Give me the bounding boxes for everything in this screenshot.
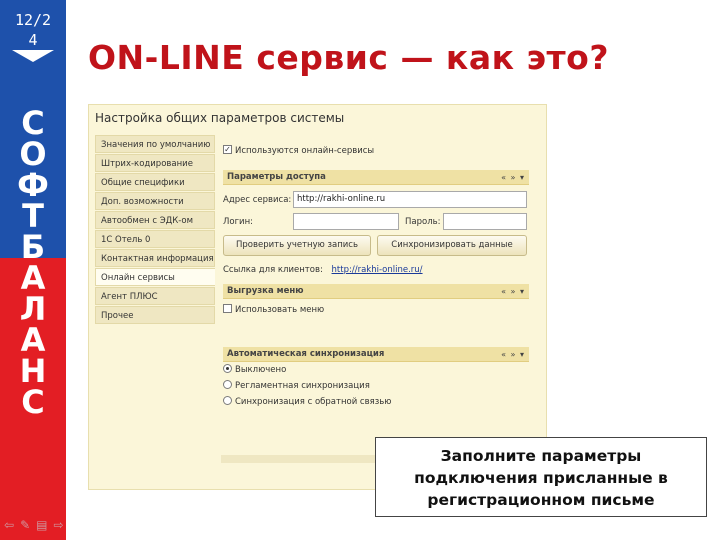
- service-address-label: Адрес сервиса:: [223, 195, 292, 205]
- radio-off[interactable]: [223, 364, 232, 373]
- instruction-callout: Заполните параметры подключения присланн…: [375, 437, 707, 517]
- radio-off-row[interactable]: Выключено: [223, 364, 287, 375]
- section-controls[interactable]: « » ▾: [501, 347, 525, 362]
- radio-scheduled-label: Регламентная синхронизация: [235, 381, 370, 391]
- use-menu-row[interactable]: Использовать меню: [223, 304, 325, 315]
- section-controls[interactable]: « » ▾: [501, 284, 525, 299]
- client-link[interactable]: http://rakhi-online.ru/: [332, 265, 423, 275]
- pen-icon[interactable]: ✎: [20, 518, 30, 532]
- slide-nav: ⇦ ✎ ▤ ⇨: [4, 518, 94, 532]
- sidebar-item-contacts[interactable]: Контактная информация: [95, 249, 215, 267]
- menu-icon[interactable]: ▤: [36, 518, 47, 532]
- password-label: Пароль:: [405, 217, 441, 227]
- login-field[interactable]: [293, 213, 399, 230]
- auto-sync-section-title: Автоматическая синхронизация: [227, 349, 385, 359]
- access-section-title: Параметры доступа: [227, 172, 326, 182]
- sidebar-item-other[interactable]: Прочее: [95, 306, 215, 324]
- radio-feedback-label: Синхронизация с обратной связью: [235, 397, 392, 407]
- settings-sidebar: Значения по умолчанию Штрих-кодирование …: [95, 135, 215, 325]
- login-label: Логин:: [223, 217, 254, 227]
- sync-data-button[interactable]: Синхронизировать данные: [377, 235, 527, 256]
- slide-title: ON-LINE сервис — как это?: [88, 38, 609, 77]
- callout-line: подключения присланные в: [414, 469, 668, 487]
- radio-off-label: Выключено: [235, 365, 287, 375]
- sidebar-item-agent[interactable]: Агент ПЛЮС: [95, 287, 215, 305]
- brand-letter: С: [21, 383, 45, 421]
- menu-section-header: Выгрузка меню « » ▾: [223, 284, 529, 299]
- vertical-scrollbar[interactable]: [536, 165, 544, 465]
- check-account-button[interactable]: Проверить учетную запись: [223, 235, 371, 256]
- access-section-header: Параметры доступа « » ▾: [223, 170, 529, 185]
- client-link-label: Ссылка для клиентов:: [223, 265, 323, 275]
- use-online-checkbox[interactable]: ✓: [223, 145, 232, 154]
- use-menu-checkbox[interactable]: [223, 304, 232, 313]
- forward-arrow-icon[interactable]: ⇨: [53, 518, 63, 532]
- sidebar-item-online[interactable]: Онлайн сервисы: [95, 268, 215, 286]
- client-link-row: Ссылка для клиентов: http://rakhi-online…: [223, 265, 423, 275]
- settings-window: Настройка общих параметров системы Значе…: [88, 104, 547, 490]
- auto-sync-section-header: Автоматическая синхронизация « » ▾: [223, 347, 529, 362]
- use-online-row[interactable]: ✓ Используются онлайн-сервисы: [223, 145, 375, 156]
- slide-number-text: 12/2 4: [14, 11, 52, 49]
- sidebar-item-hotel[interactable]: 1С Отель 0: [95, 230, 215, 248]
- menu-section-title: Выгрузка меню: [227, 286, 304, 296]
- use-menu-label: Использовать меню: [235, 305, 325, 315]
- callout-line: регистрационном письме: [427, 491, 655, 509]
- use-online-label: Используются онлайн-сервисы: [235, 146, 375, 156]
- brand-wordmark: С О Ф Т Б А Л А Н С: [0, 107, 66, 421]
- radio-feedback-row[interactable]: Синхронизация с обратной связью: [223, 396, 392, 407]
- callout-line: Заполните параметры: [440, 447, 642, 465]
- password-field[interactable]: [443, 213, 527, 230]
- slide-number: 12/2 4: [2, 10, 64, 62]
- section-controls[interactable]: « » ▾: [501, 170, 525, 185]
- radio-scheduled-row[interactable]: Регламентная синхронизация: [223, 380, 370, 391]
- service-address-field[interactable]: http://rakhi-online.ru: [293, 191, 527, 208]
- window-title: Настройка общих параметров системы: [95, 111, 345, 125]
- radio-feedback[interactable]: [223, 396, 232, 405]
- down-arrow-icon: [12, 50, 54, 62]
- brand-strip: 12/2 4 С О Ф Т Б А Л А Н С ⇦ ✎ ▤ ⇨: [0, 0, 66, 540]
- sidebar-item-general[interactable]: Общие специфики: [95, 173, 215, 191]
- sidebar-item-autoexchange[interactable]: Автообмен с ЭДК-ом: [95, 211, 215, 229]
- radio-scheduled[interactable]: [223, 380, 232, 389]
- sidebar-item-defaults[interactable]: Значения по умолчанию: [95, 135, 215, 153]
- back-arrow-icon[interactable]: ⇦: [4, 518, 14, 532]
- sidebar-item-extra[interactable]: Доп. возможности: [95, 192, 215, 210]
- sidebar-item-barcode[interactable]: Штрих-кодирование: [95, 154, 215, 172]
